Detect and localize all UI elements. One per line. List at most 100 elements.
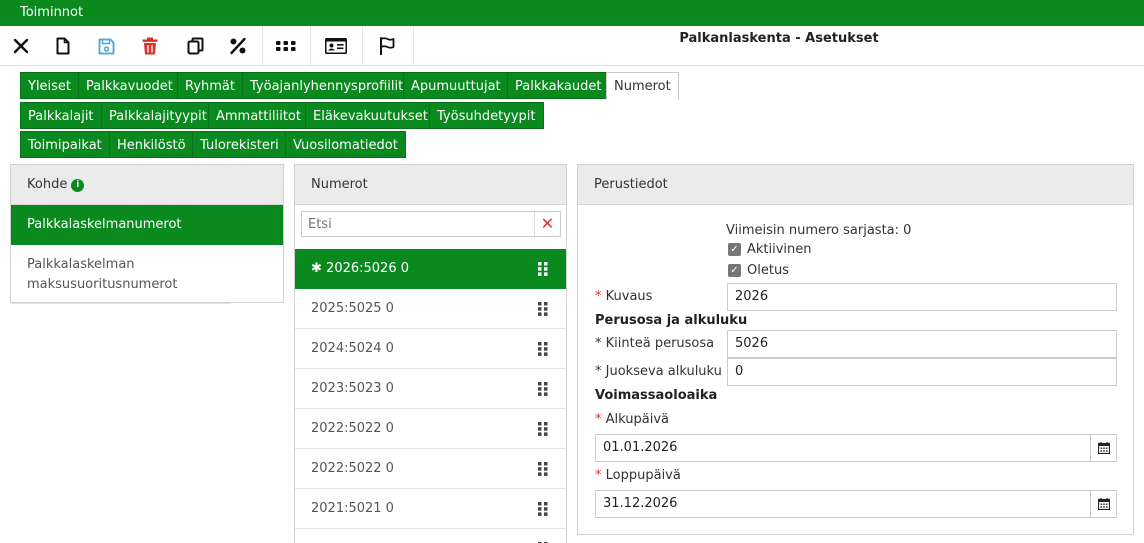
grid-dots-icon [276, 41, 296, 51]
numerot-panel: Numerot ✕ ✱ 2026:5026 0 2025:5025 0 2024… [294, 164, 567, 543]
close-icon [13, 38, 29, 54]
tab-palkkavuodet[interactable]: Palkkavuodet [78, 72, 181, 99]
tab-palkkakaudet[interactable]: Palkkakaudet [507, 72, 610, 99]
tab-vuosilomatiedot[interactable]: Vuosilomatiedot [285, 131, 406, 158]
section-perusosa: Perusosa ja alkuluku [595, 313, 748, 328]
drag-handle-icon[interactable] [538, 262, 548, 276]
numerot-header: Numerot [295, 165, 566, 205]
list-item[interactable]: ✱ 2026:5026 0 [295, 249, 566, 289]
perustiedot-header: Perustiedot [578, 165, 1133, 205]
top-menu-bar[interactable]: Toiminnot [0, 0, 1144, 26]
alkupaiva-calendar-button[interactable] [1090, 435, 1116, 461]
tab-tyoajanlyhennysprofiilit[interactable]: Työajanlyhennysprofiilit [242, 72, 412, 99]
drag-handle-icon[interactable] [538, 302, 548, 316]
checkbox-checked-icon: ✓ [728, 264, 741, 277]
active-marker-icon: ✱ [311, 261, 322, 276]
loppupaiva-calendar-button[interactable] [1090, 491, 1116, 517]
list-item-label: 2021:5021 0 [311, 501, 394, 516]
tab-numerot[interactable]: Numerot [606, 72, 679, 100]
kiintea-label: * Kiinteä perusosa [595, 336, 715, 351]
alkupaiva-input[interactable]: 01.01.2026 [595, 434, 1117, 462]
list-item-label: 2025:5025 0 [311, 301, 394, 316]
info-icon[interactable]: i [71, 179, 85, 192]
oletus-checkbox[interactable]: ✓ Oletus [728, 263, 789, 278]
new-document-icon [56, 37, 70, 55]
close-button[interactable] [6, 26, 36, 66]
list-item-label: 2024:5024 0 [311, 341, 394, 356]
list-item[interactable]: 2024:5024 0 [295, 329, 566, 369]
tab-palkkalajityypit[interactable]: Palkkalajityypit [101, 102, 215, 129]
tab-yleiset[interactable]: Yleiset [20, 72, 80, 99]
id-card-icon [325, 38, 347, 54]
latest-number-text: Viimeisin numero sarjasta: 0 [726, 223, 912, 238]
juokseva-label: * Juokseva alkuluku [595, 364, 722, 379]
calendar-icon [1097, 498, 1110, 510]
toolbar: Palkanlaskenta - Asetukset [0, 26, 1144, 66]
search-input[interactable] [302, 212, 534, 236]
checkbox-checked-icon: ✓ [728, 243, 741, 256]
kohde-item-maksusuoritusnumerot[interactable]: Palkkalaskelman maksusuoritusnumerot [11, 245, 231, 304]
copy-icon [187, 37, 203, 55]
tab-apumuuttujat[interactable]: Apumuuttujat [403, 72, 509, 99]
alkupaiva-value: 01.01.2026 [603, 440, 678, 455]
list-item-label: 2022:5022 0 [311, 461, 394, 476]
drag-handle-icon[interactable] [538, 462, 548, 476]
list-item-label: 2023:5023 0 [311, 381, 394, 396]
tab-tulorekisteri[interactable]: Tulorekisteri [192, 131, 287, 158]
tab-ryhmat[interactable]: Ryhmät [177, 72, 243, 99]
list-item-label: 2026:5026 0 [326, 261, 409, 276]
flag-button[interactable] [372, 26, 402, 66]
tab-elakevakuutukset[interactable]: Eläkevakuutukset [305, 102, 436, 129]
list-item-partial[interactable] [295, 529, 566, 543]
toolbar-separator [362, 26, 363, 66]
tab-tyosuhdetyypit[interactable]: Työsuhdetyypit [429, 102, 544, 129]
delete-button[interactable] [135, 26, 165, 66]
drag-handle-icon[interactable] [538, 342, 548, 356]
page-title: Palkanlaskenta - Asetukset [679, 31, 879, 46]
kuvaus-label: * Kuvaus [595, 289, 653, 304]
kohde-item-palkkalaskelmanumerot[interactable]: Palkkalaskelmanumerot [11, 205, 283, 245]
aktiivinen-label: Aktiivinen [747, 242, 812, 257]
loppupaiva-input[interactable]: 31.12.2026 [595, 490, 1117, 518]
loppupaiva-label: * Loppupäivä [595, 468, 681, 483]
list-item[interactable]: 2025:5025 0 [295, 289, 566, 329]
section-voimassaoloaika: Voimassaoloaika [595, 388, 718, 403]
id-card-button[interactable] [321, 26, 351, 66]
alkupaiva-label: * Alkupäivä [595, 412, 670, 427]
kohde-title: Kohde [27, 177, 68, 192]
kiintea-input[interactable]: 5026 [727, 330, 1117, 358]
tab-palkkalajit[interactable]: Palkkalajit [20, 102, 102, 129]
kuvaus-input[interactable]: 2026 [727, 283, 1117, 311]
percent-icon [230, 37, 246, 55]
copy-button[interactable] [180, 26, 210, 66]
kohde-header: Kohde i [11, 165, 283, 205]
drag-handle-icon[interactable] [538, 422, 548, 436]
menu-label[interactable]: Toiminnot [20, 5, 83, 20]
list-item-label: 2022:5022 0 [311, 421, 394, 436]
percent-button[interactable] [223, 26, 253, 66]
list-item[interactable]: 2022:5022 0 [295, 409, 566, 449]
aktiivinen-checkbox[interactable]: ✓ Aktiivinen [728, 242, 812, 257]
drag-handle-icon[interactable] [538, 502, 548, 516]
perustiedot-panel: Perustiedot Viimeisin numero sarjasta: 0… [577, 164, 1134, 535]
kohde-panel: Kohde i Palkkalaskelmanumerot Palkkalaske… [10, 164, 284, 304]
list-item[interactable]: 2023:5023 0 [295, 369, 566, 409]
calendar-icon [1097, 442, 1110, 454]
drag-handle-icon[interactable] [538, 382, 548, 396]
juokseva-input[interactable]: 0 [727, 358, 1117, 386]
oletus-label: Oletus [747, 263, 789, 278]
more-button[interactable] [271, 26, 301, 66]
search-box: ✕ [301, 211, 561, 237]
delete-icon [142, 37, 158, 55]
list-item[interactable]: 2021:5021 0 [295, 489, 566, 529]
toolbar-separator [310, 26, 311, 66]
tab-toimipaikat[interactable]: Toimipaikat [20, 131, 110, 158]
toolbar-separator [262, 26, 263, 66]
numerot-list: ✱ 2026:5026 0 2025:5025 0 2024:5024 0 20… [295, 249, 566, 543]
new-button[interactable] [48, 26, 78, 66]
tab-ammattiliitot[interactable]: Ammattiliitot [208, 102, 309, 129]
list-item[interactable]: 2022:5022 0 [295, 449, 566, 489]
save-button[interactable] [91, 26, 121, 66]
clear-search-button[interactable]: ✕ [534, 212, 560, 236]
tab-henkilosto[interactable]: Henkilöstö [109, 131, 194, 158]
